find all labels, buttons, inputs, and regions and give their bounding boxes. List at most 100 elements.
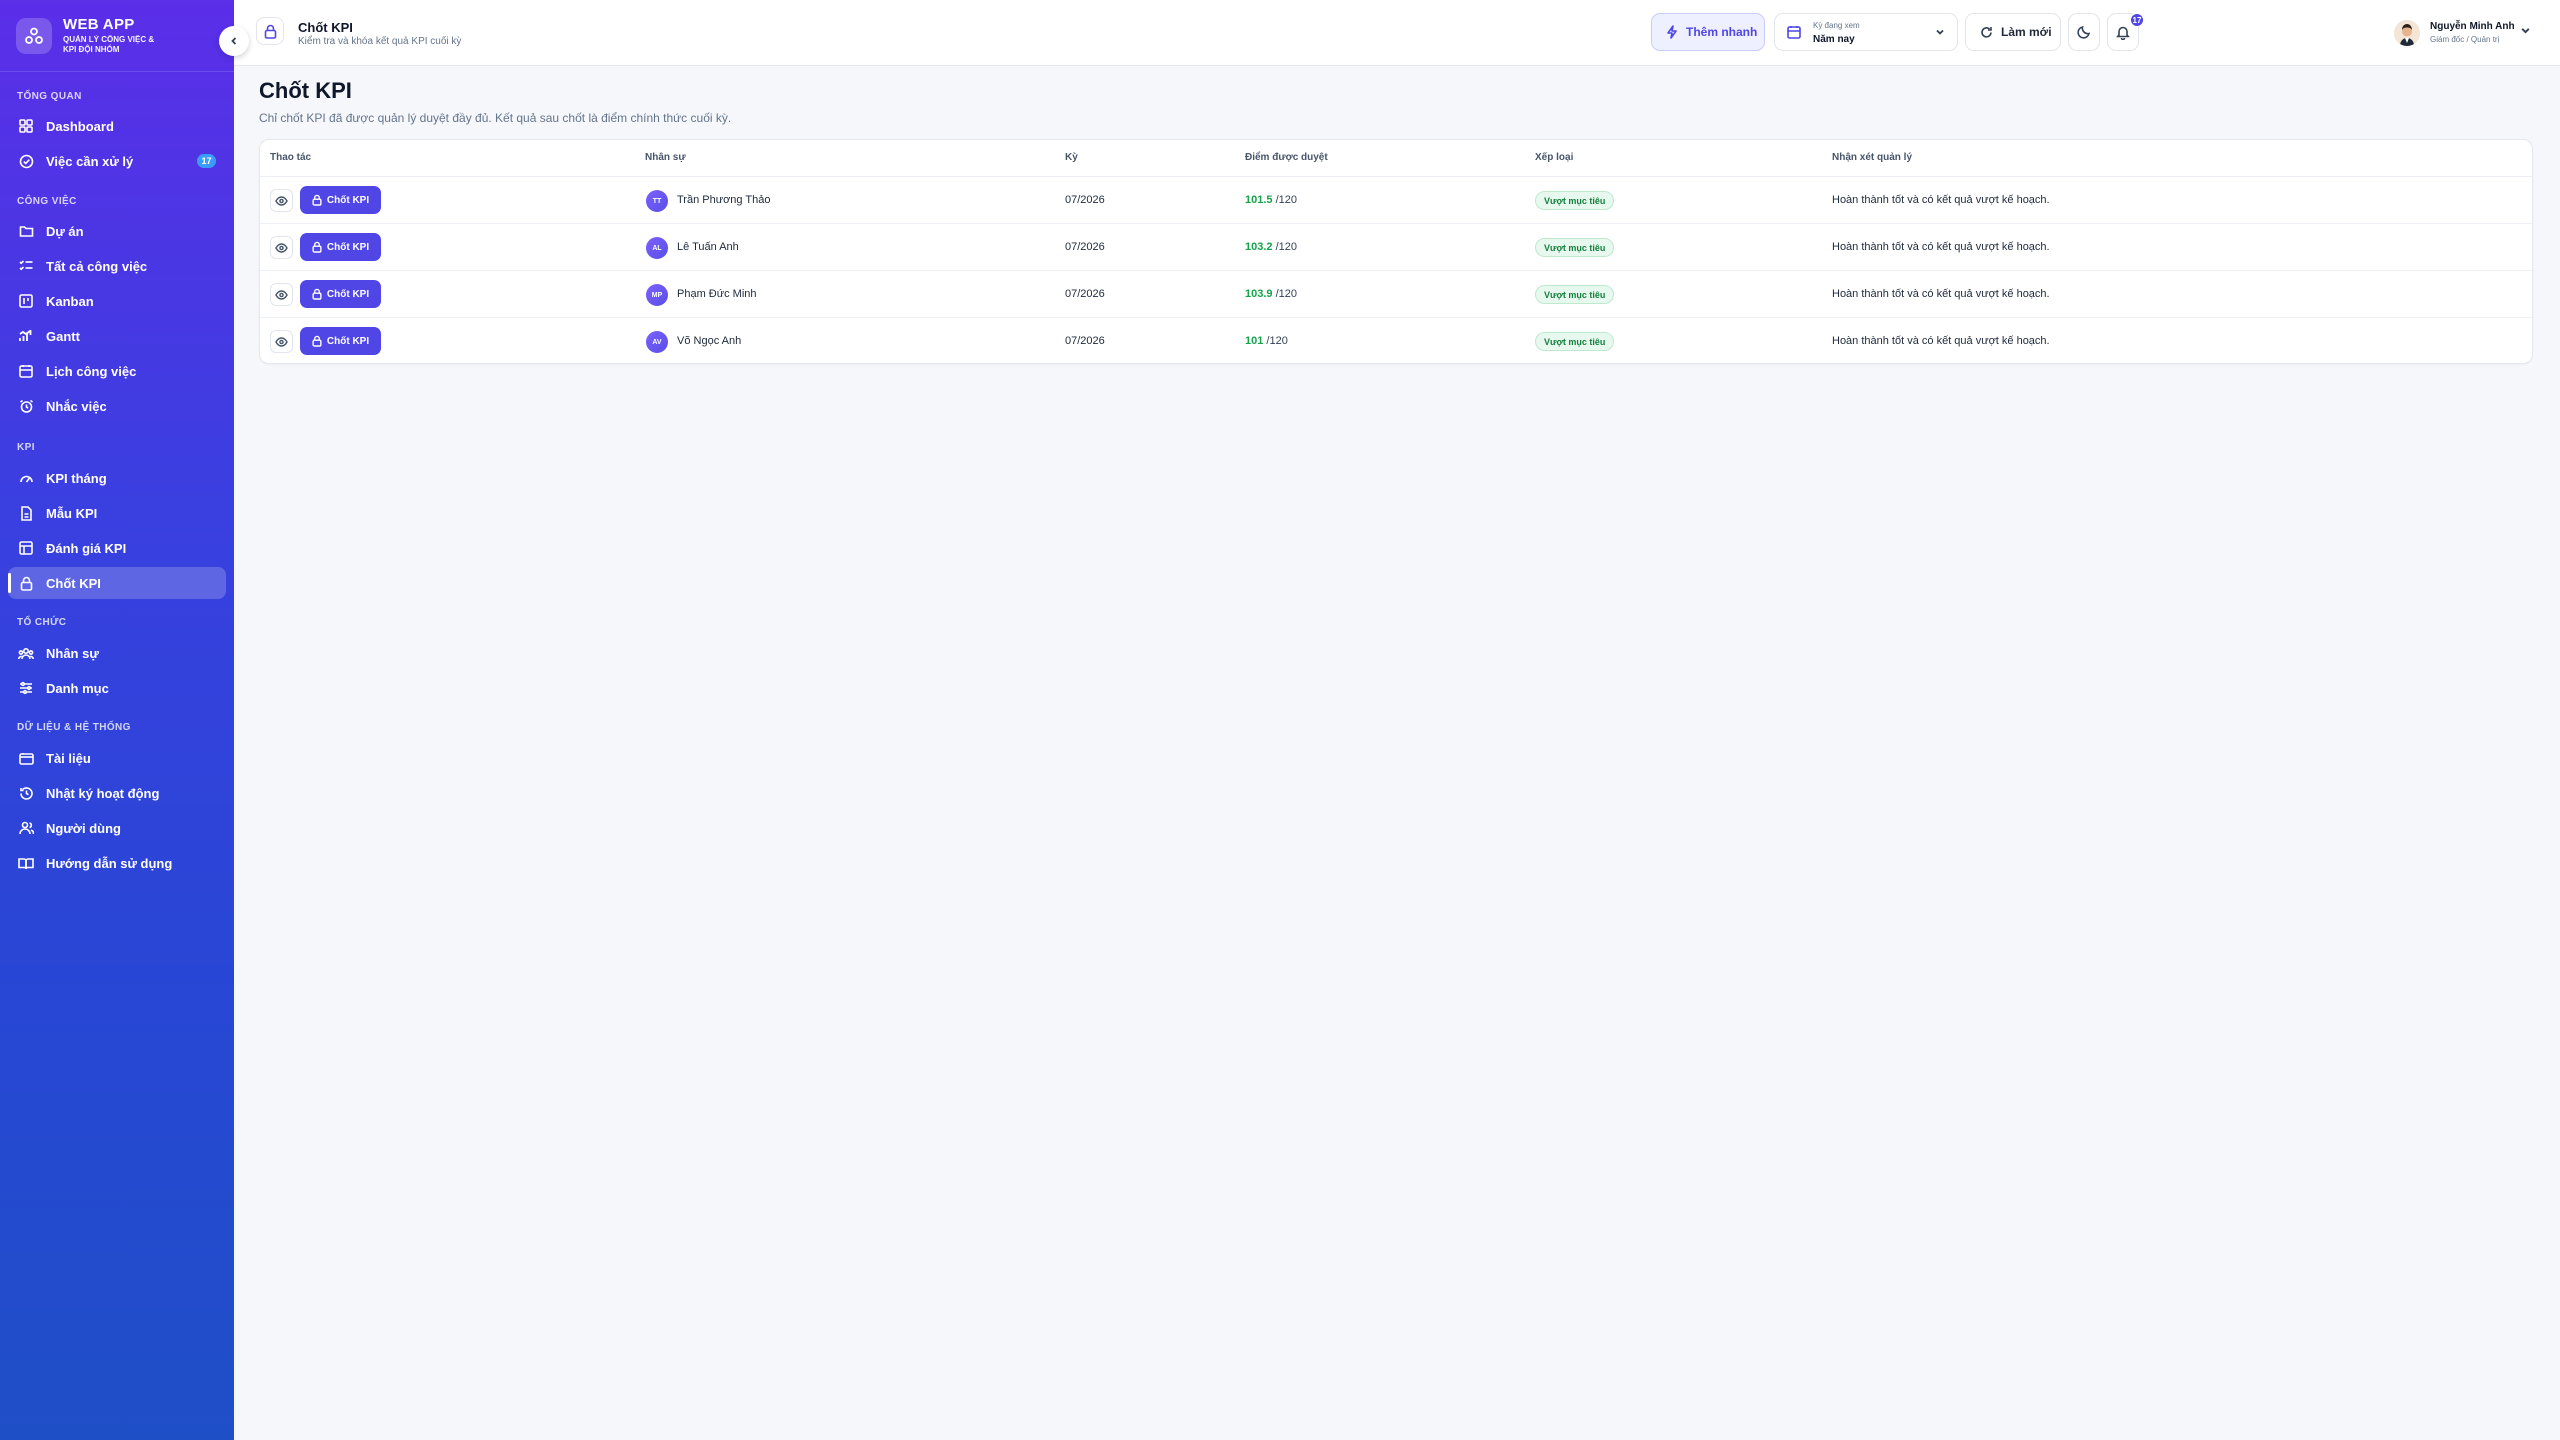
lock-kpi-button[interactable]: Chốt KPI [300,233,381,261]
page-title: Chốt KPI [259,78,352,103]
refresh-button[interactable]: Làm mới [1965,13,2061,51]
lightning-icon [1666,25,1678,39]
header-subtitle: Kiểm tra và khóa kết quả KPI cuối kỳ [298,36,462,47]
moon-icon [2077,25,2091,39]
section-label: DỮ LIỆU & HỆ THỐNG [17,722,131,733]
table-row: Chốt KPI AV Võ Ngọc Anh 07/2026 101 /120… [260,318,2532,365]
table-row: Chốt KPI TT Trần Phương Thảo 07/2026 101… [260,177,2532,224]
eye-icon [275,336,288,347]
file-icon [18,505,34,521]
view-button[interactable] [270,330,293,353]
eye-icon [275,195,288,206]
sidebar-item-pending-tasks[interactable]: Việc cần xử lý 17 [8,145,226,177]
lock-icon [312,335,322,347]
grade-badge: Vượt mục tiêu [1535,332,1615,351]
sidebar-item-categories[interactable]: Danh mục [8,672,226,704]
user-name: Nguyễn Minh Anh [2430,21,2515,32]
lock-kpi-button[interactable]: Chốt KPI [300,186,381,214]
max-score: /120 [1275,288,1298,300]
period-cell: 07/2026 [1065,194,1105,206]
lock-icon [312,288,322,300]
sidebar-item-label: Lịch công việc [46,363,137,379]
lock-icon [256,17,284,45]
lock-kpi-label: Chốt KPI [326,241,370,253]
kpi-lock-table: Thao tác Nhân sự Kỳ Điểm được duyệt Xếp … [259,139,2533,364]
lock-kpi-button[interactable]: Chốt KPI [300,280,381,308]
dashboard-icon [18,118,34,134]
view-button[interactable] [270,189,293,212]
sidebar-item-all-tasks[interactable]: Tất cả công việc [8,250,226,282]
sidebar-item-kpi-evaluation[interactable]: Đánh giá KPI [8,532,226,564]
staff-name: Phạm Đức Minh [677,288,757,300]
sidebar-item-label: Người dùng [46,820,121,836]
collapse-sidebar-button[interactable] [219,26,249,56]
quick-add-button[interactable]: Thêm nhanh [1651,13,1765,51]
column-header-approved-score: Điểm được duyệt [1245,152,1328,163]
sidebar-item-label: Chốt KPI [46,575,101,591]
grade-badge: Vượt mục tiêu [1535,238,1615,257]
sidebar-item-user-guide[interactable]: Hướng dẫn sử dụng [8,847,226,879]
sidebar-item-projects[interactable]: Dự án [8,215,226,247]
approved-score: 103.9 [1245,288,1273,300]
sidebar-item-monthly-kpi[interactable]: KPI tháng [8,462,226,494]
avatar: TT [646,190,668,212]
sidebar-item-label: Việc cần xử lý [46,153,134,169]
gauge-icon [18,470,34,486]
calendar-icon [18,363,34,379]
sidebar-item-label: Tài liệu [46,750,91,766]
max-score: /120 [1275,194,1298,206]
manager-comment: Hoàn thành tốt và có kết quả vượt kế hoạ… [1832,194,2050,206]
manager-comment: Hoàn thành tốt và có kết quả vượt kế hoạ… [1832,241,2050,253]
lock-kpi-label: Chốt KPI [326,288,370,300]
sidebar-item-activity-log[interactable]: Nhật ký hoạt động [8,777,226,809]
sliders-icon [18,680,34,696]
brand: WEB APP QUẢN LÝ CÔNG VIỆC & KPI ĐỘI NHÓM [0,0,234,72]
user-group-icon [18,820,34,836]
lock-icon [312,194,322,206]
sidebar-item-label: Danh mục [46,680,109,696]
view-button[interactable] [270,283,293,306]
sidebar-item-kpi-lock[interactable]: Chốt KPI [8,567,226,599]
sidebar-item-gantt[interactable]: Gantt [8,320,226,352]
sidebar-item-kanban[interactable]: Kanban [8,285,226,317]
avatar: MP [646,284,668,306]
view-button[interactable] [270,236,293,259]
logo-icon [16,17,52,54]
column-header-staff: Nhân sự [645,152,686,163]
sidebar-item-label: Nhật ký hoạt động [46,785,160,801]
user-avatar[interactable] [2394,20,2420,46]
sidebar-item-task-calendar[interactable]: Lịch công việc [8,355,226,387]
manager-comment: Hoàn thành tốt và có kết quả vượt kế hoạ… [1832,335,2050,347]
sidebar-item-users[interactable]: Người dùng [8,812,226,844]
table-row: Chốt KPI MP Phạm Đức Minh 07/2026 103.9 … [260,271,2532,318]
period-cell: 07/2026 [1065,241,1105,253]
lock-icon [18,575,34,591]
check-circle-icon [18,153,34,169]
max-score: /120 [1275,241,1298,253]
period-select[interactable]: Kỳ đang xem Năm nay [1774,13,1958,51]
sidebar-item-label: Gantt [46,328,80,344]
column-header-actions: Thao tác [270,152,312,163]
sidebar-item-kpi-templates[interactable]: Mẫu KPI [8,497,226,529]
grade-badge: Vượt mục tiêu [1535,285,1615,304]
kanban-icon [18,293,34,309]
page-description: Chỉ chốt KPI đã được quản lý duyệt đầy đ… [259,111,732,125]
section-label: CÔNG VIỆC [17,196,77,207]
sidebar-item-label: Mẫu KPI [46,505,98,521]
staff-name: Trần Phương Thảo [677,194,771,206]
avatar: AV [646,331,668,353]
sidebar-item-staff[interactable]: Nhân sự [8,637,226,669]
table-row: Chốt KPI AL Lê Tuấn Anh 07/2026 103.2 /1… [260,224,2532,271]
eye-icon [275,289,288,300]
section-label: KPI [17,442,35,453]
list-check-icon [18,258,34,274]
chevron-down-icon [1935,27,1945,37]
section-label: TỔ CHỨC [17,617,67,628]
lock-kpi-button[interactable]: Chốt KPI [300,327,381,355]
chevron-down-icon[interactable] [2520,25,2531,36]
sidebar-item-documents[interactable]: Tài liệu [8,742,226,774]
refresh-icon [1980,26,1993,39]
sidebar-item-reminders[interactable]: Nhắc việc [8,390,226,422]
dark-mode-toggle[interactable] [2068,13,2100,51]
sidebar-item-dashboard[interactable]: Dashboard [8,110,226,142]
